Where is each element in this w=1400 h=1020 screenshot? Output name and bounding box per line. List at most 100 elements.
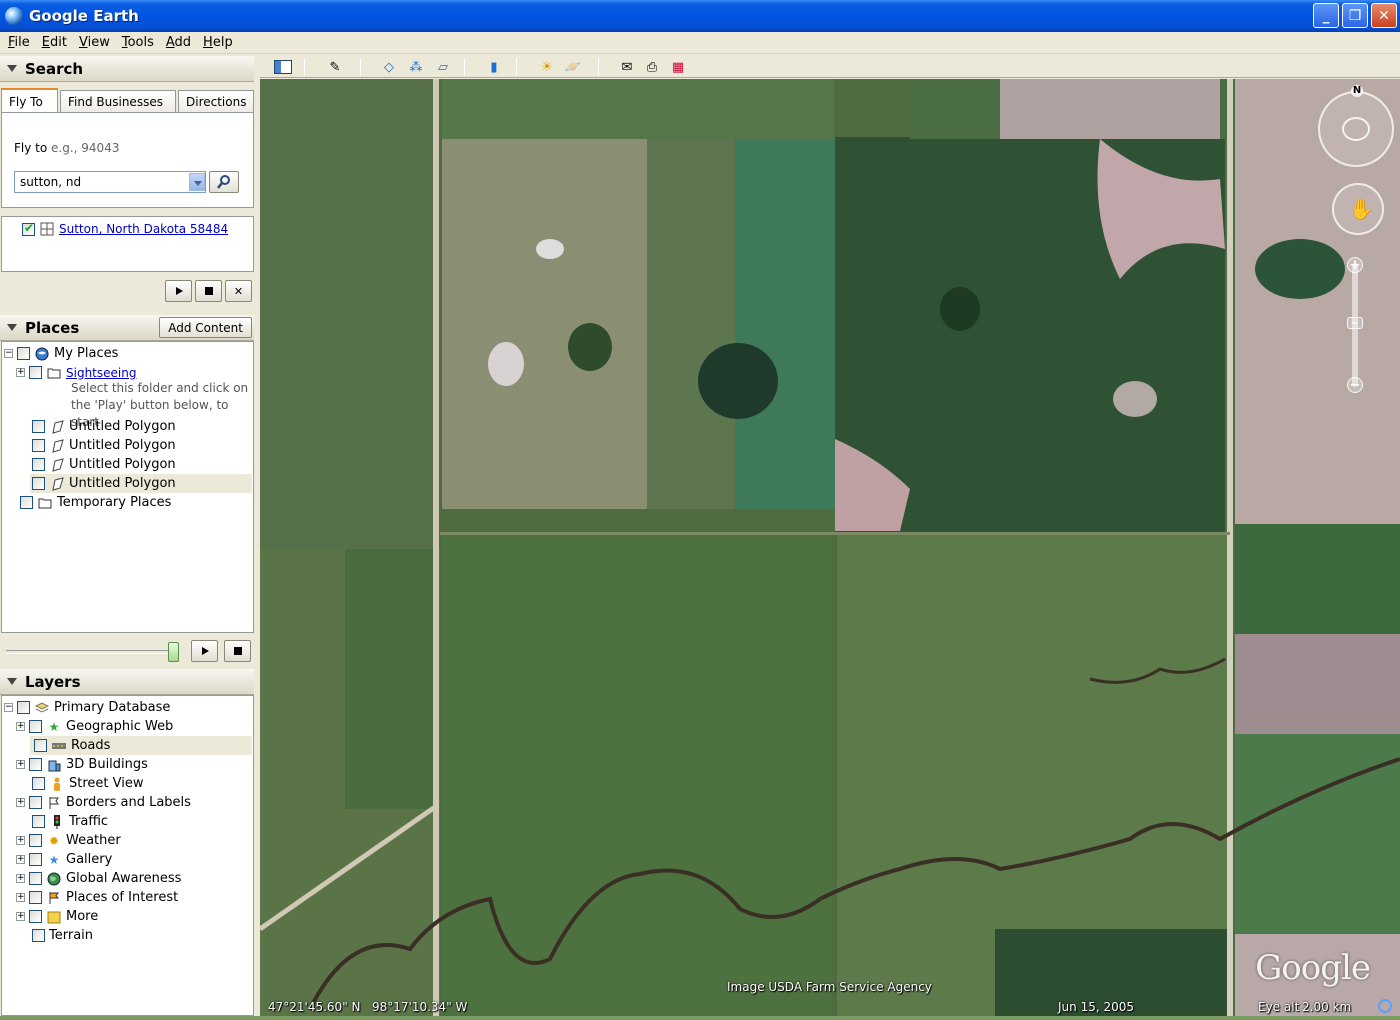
look-joystick[interactable]	[1318, 91, 1394, 167]
my-places-checkbox[interactable]	[17, 347, 30, 360]
add-image-overlay-button[interactable]: ▱	[432, 58, 454, 76]
add-content-button[interactable]: Add Content	[159, 317, 252, 338]
expand-toggle[interactable]: +	[16, 722, 25, 731]
result-play-button[interactable]	[165, 280, 192, 302]
collapse-triangle-icon[interactable]	[7, 678, 17, 685]
zoom-out-button[interactable]: −	[1347, 377, 1363, 393]
search-button[interactable]	[209, 171, 239, 193]
layer-checkbox[interactable]	[17, 701, 30, 714]
tree-item-temporary-places[interactable]: Temporary Places	[20, 493, 171, 512]
expand-toggle[interactable]: +	[16, 836, 25, 845]
tour-slider-track[interactable]	[6, 650, 176, 654]
layer-weather[interactable]: + ✹ Weather	[16, 831, 121, 850]
earth-view[interactable]: N ✋ + − − Image USDA Farm Service Agency…	[260, 79, 1400, 1016]
layers-panel-header[interactable]: Layers	[0, 669, 254, 695]
layer-checkbox[interactable]	[32, 815, 45, 828]
tab-directions[interactable]: Directions	[178, 90, 254, 112]
search-result-link[interactable]: Sutton, North Dakota 58484	[59, 222, 228, 236]
collapse-triangle-icon[interactable]	[7, 324, 17, 331]
places-play-button[interactable]	[191, 640, 218, 662]
sky-button[interactable]: 🪐	[562, 58, 584, 76]
layer-checkbox[interactable]	[29, 853, 42, 866]
layer-global-awareness[interactable]: + Global Awareness	[16, 869, 181, 888]
add-polygon-button[interactable]: ◇	[378, 58, 400, 76]
polygon-checkbox[interactable]	[32, 477, 45, 490]
result-stop-button[interactable]	[195, 280, 222, 302]
tour-slider-thumb[interactable]	[168, 642, 179, 662]
tree-item-my-places[interactable]: − My Places	[4, 344, 118, 363]
result-checkbox[interactable]	[22, 221, 35, 236]
polygon-checkbox[interactable]	[32, 458, 45, 471]
sightseeing-checkbox[interactable]	[29, 366, 42, 379]
tree-item-polygon[interactable]: Untitled Polygon	[32, 417, 176, 436]
layer-places-of-interest[interactable]: + Places of Interest	[16, 888, 178, 907]
sightseeing-link[interactable]: Sightseeing	[66, 366, 136, 380]
north-indicator[interactable]: N	[1351, 85, 1363, 97]
layer-geographic-web[interactable]: + ★ Geographic Web	[16, 717, 173, 736]
layer-checkbox[interactable]	[32, 777, 45, 790]
expand-toggle[interactable]: +	[16, 912, 25, 921]
tree-item-polygon-selected[interactable]: Untitled Polygon	[30, 474, 252, 493]
layer-roads[interactable]: Roads	[30, 736, 252, 755]
expand-toggle[interactable]: +	[16, 760, 25, 769]
expand-toggle[interactable]: +	[16, 368, 25, 377]
search-input[interactable]: sutton, nd	[14, 171, 206, 193]
search-panel-header[interactable]: Search	[0, 56, 254, 82]
places-stop-button[interactable]	[224, 640, 251, 662]
tree-item-polygon[interactable]: Untitled Polygon	[32, 455, 176, 474]
expand-toggle[interactable]: +	[16, 855, 25, 864]
places-panel-header[interactable]: Places Add Content	[0, 315, 254, 341]
layer-terrain[interactable]: Terrain	[32, 926, 93, 945]
layer-checkbox[interactable]	[29, 720, 42, 733]
layer-checkbox[interactable]	[29, 834, 42, 847]
search-history-dropdown[interactable]	[189, 173, 205, 191]
polygon-checkbox[interactable]	[32, 420, 45, 433]
tab-fly-to[interactable]: Fly To	[1, 88, 58, 113]
sunlight-button[interactable]: ☀	[536, 58, 558, 76]
add-placemark-button[interactable]: ✎	[324, 58, 346, 76]
layer-checkbox[interactable]	[32, 929, 45, 942]
layer-primary-database[interactable]: − Primary Database	[4, 698, 170, 717]
layer-checkbox[interactable]	[34, 739, 47, 752]
zoom-in-button[interactable]: +	[1347, 257, 1363, 273]
close-button[interactable]: ✕	[1371, 3, 1397, 28]
ruler-button[interactable]: ▮	[483, 58, 505, 76]
view-in-maps-button[interactable]: ▦	[667, 58, 689, 76]
tree-item-polygon[interactable]: Untitled Polygon	[32, 436, 176, 455]
polygon-checkbox[interactable]	[32, 439, 45, 452]
layer-checkbox[interactable]	[29, 796, 42, 809]
menu-edit[interactable]: Edit	[36, 35, 73, 50]
layer-checkbox[interactable]	[29, 872, 42, 885]
menu-add[interactable]: Add	[160, 35, 197, 50]
expand-toggle[interactable]: +	[16, 874, 25, 883]
zoom-slider-thumb[interactable]: −	[1347, 317, 1363, 329]
tab-find-businesses[interactable]: Find Businesses	[60, 90, 176, 112]
minimize-button[interactable]: _	[1313, 3, 1339, 28]
layer-checkbox[interactable]	[29, 758, 42, 771]
maximize-button[interactable]: ❐	[1342, 3, 1368, 28]
add-path-button[interactable]: ⁂	[405, 58, 427, 76]
layer-more[interactable]: + More	[16, 907, 98, 926]
layer-3d-buildings[interactable]: + 3D Buildings	[16, 755, 148, 774]
layer-checkbox[interactable]	[29, 891, 42, 904]
result-clear-button[interactable]: ✕	[225, 280, 252, 302]
print-button[interactable]: ⎙	[641, 58, 663, 76]
collapse-triangle-icon[interactable]	[7, 65, 17, 72]
layer-borders-labels[interactable]: + Borders and Labels	[16, 793, 191, 812]
collapse-toggle[interactable]: −	[4, 703, 13, 712]
layer-gallery[interactable]: + ★ Gallery	[16, 850, 112, 869]
satellite-imagery[interactable]	[260, 79, 1400, 1016]
move-joystick[interactable]: ✋	[1332, 183, 1384, 235]
collapse-toggle[interactable]: −	[4, 349, 13, 358]
menu-file[interactable]: File	[2, 35, 36, 50]
menu-help[interactable]: Help	[197, 35, 239, 50]
expand-toggle[interactable]: +	[16, 893, 25, 902]
toggle-sidebar-button[interactable]	[272, 58, 294, 76]
email-button[interactable]: ✉	[616, 58, 638, 76]
search-result-item[interactable]: Sutton, North Dakota 58484	[22, 221, 228, 237]
expand-toggle[interactable]: +	[16, 798, 25, 807]
layer-street-view[interactable]: Street View	[32, 774, 143, 793]
menu-tools[interactable]: Tools	[116, 35, 160, 50]
layer-traffic[interactable]: Traffic	[32, 812, 108, 831]
layer-checkbox[interactable]	[29, 910, 42, 923]
